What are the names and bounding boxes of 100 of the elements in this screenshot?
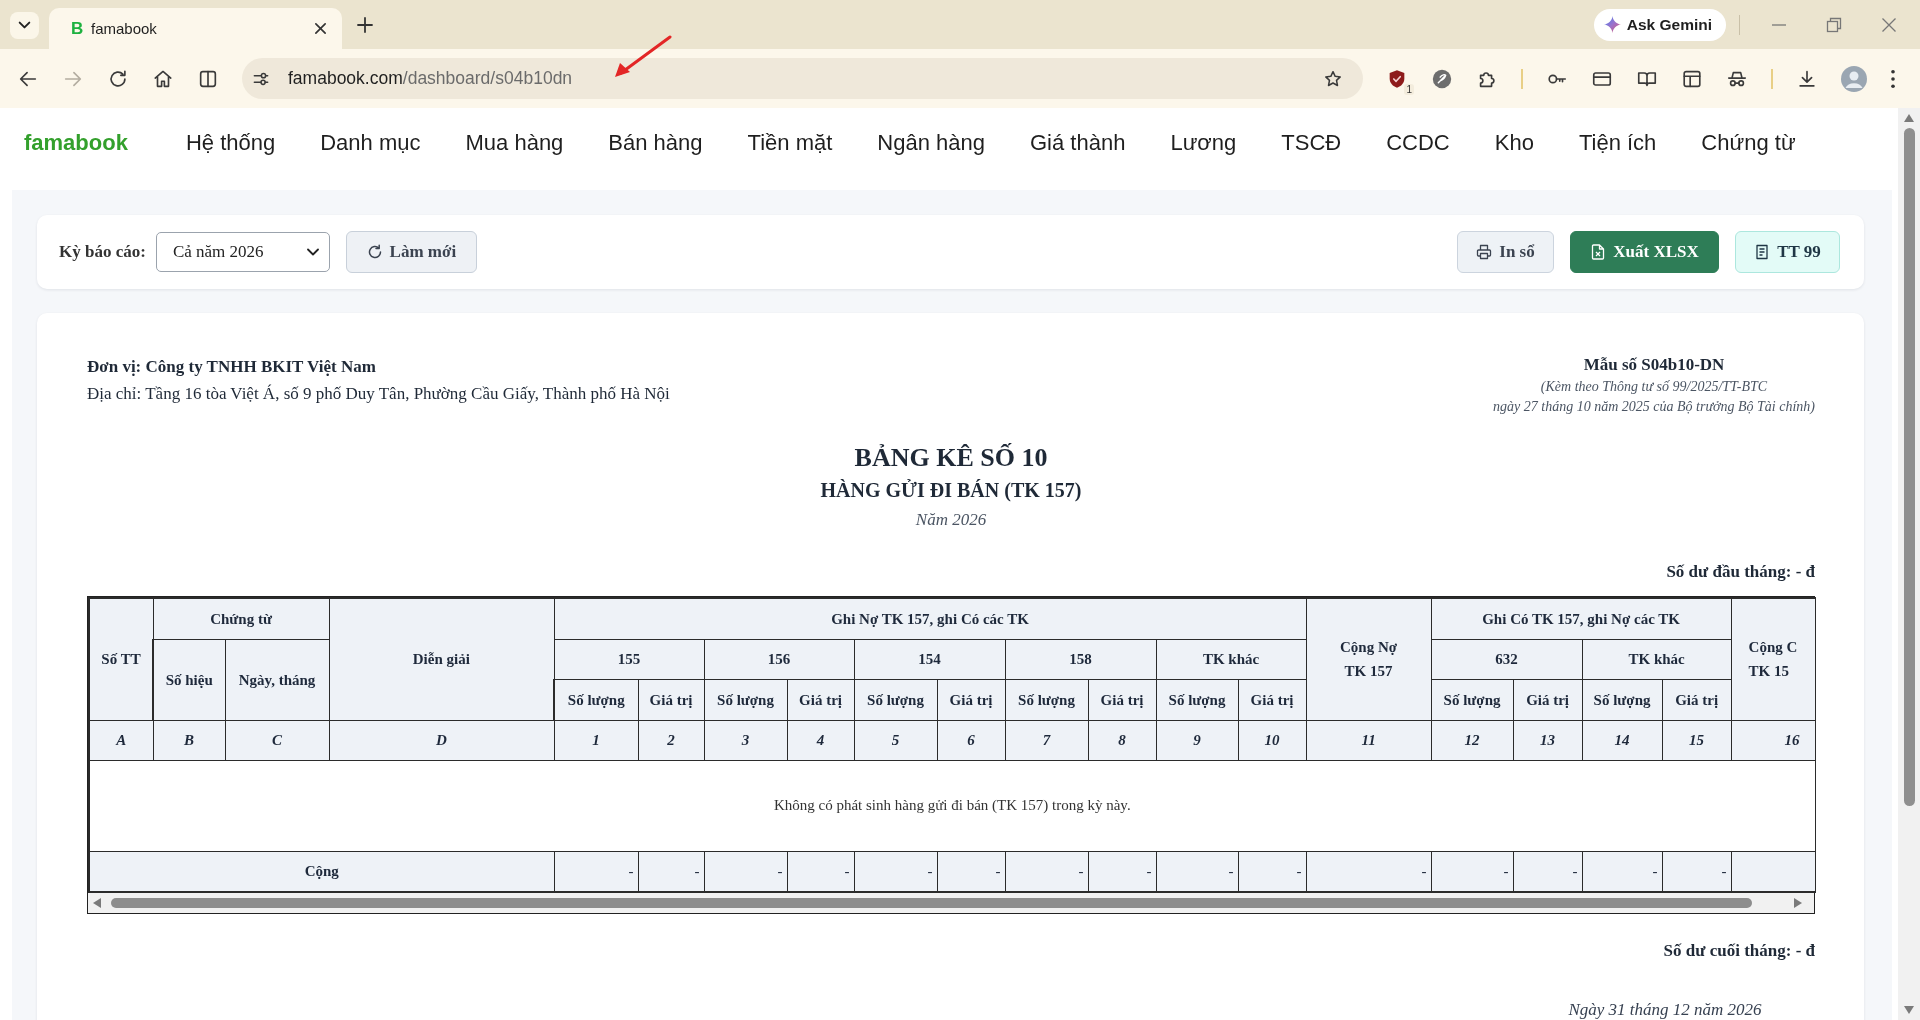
refresh-icon bbox=[366, 244, 383, 260]
nav-menu-item[interactable]: Ngân hàng bbox=[877, 130, 985, 156]
circular-button[interactable]: TT 99 bbox=[1735, 231, 1840, 273]
export-xlsx-button[interactable]: Xuất XLSX bbox=[1570, 231, 1719, 273]
column-header: TK khác bbox=[1156, 639, 1307, 679]
spreadsheet-file-icon bbox=[1590, 244, 1607, 260]
total-value-cell: - bbox=[638, 851, 704, 892]
column-index-cell: 15 bbox=[1662, 720, 1732, 760]
total-value-cell: - bbox=[1582, 851, 1663, 892]
company-address: Địa chỉ: Tầng 16 tòa Việt Á, số 9 phố Duy Tân, Phường Cầu Giấy, Thành phố Hà Nội bbox=[87, 383, 670, 405]
company-name: Đơn vị: Công ty TNHH BKIT Việt Nam bbox=[87, 356, 376, 378]
column-header: Giá trị bbox=[937, 679, 1005, 720]
scroll-down-icon[interactable] bbox=[1904, 1006, 1914, 1014]
scroll-up-icon[interactable] bbox=[1904, 114, 1914, 122]
nav-menu-item[interactable]: Tiện ích bbox=[1578, 130, 1657, 156]
column-header: TK khác bbox=[1582, 639, 1732, 679]
column-header: Giá trị bbox=[787, 679, 854, 720]
nav-menu-item[interactable]: CCDC bbox=[1386, 130, 1450, 156]
more-menu-icon[interactable] bbox=[1890, 68, 1896, 89]
scrollbar-thumb[interactable] bbox=[111, 898, 1752, 908]
total-value-cell: - bbox=[1513, 851, 1583, 892]
column-index-cell: C bbox=[225, 720, 329, 760]
extension-badge: 1 bbox=[1404, 83, 1414, 95]
nav-menu-item[interactable]: Chứng từ bbox=[1701, 130, 1796, 156]
column-index-cell: 1 bbox=[554, 720, 638, 760]
nav-menu-item[interactable]: Mua hàng bbox=[465, 130, 564, 156]
column-header: Số lượng bbox=[1431, 679, 1514, 720]
nav-menu-item[interactable]: Lương bbox=[1170, 130, 1237, 156]
total-value-cell: - bbox=[1431, 851, 1514, 892]
empty-state-message: Không có phát sinh hàng gửi đi bán (TK 157) trong kỳ này. bbox=[773, 797, 1131, 813]
column-header: Giá trị bbox=[1662, 679, 1732, 720]
column-index-cell: 12 bbox=[1431, 720, 1514, 760]
column-header: 156 bbox=[704, 639, 854, 679]
column-index-cell: 13 bbox=[1513, 720, 1583, 760]
total-value-cell: - bbox=[1238, 851, 1307, 892]
nav-menu-item[interactable]: Hệ thống bbox=[185, 130, 276, 156]
scroll-right-icon[interactable] bbox=[1794, 898, 1802, 908]
column-index-cell: 11 bbox=[1306, 720, 1432, 760]
ask-gemini-button[interactable]: Ask Gemini bbox=[1593, 8, 1726, 41]
total-value-cell: - bbox=[1306, 851, 1432, 892]
chevron-down-icon[interactable] bbox=[10, 12, 39, 39]
form-note: (Kèm theo Thông tư số 99/2025/TT-BTC ngày 27 tháng 10 năm 2025 của Bộ trưởng Bộ Tài chính) bbox=[1493, 378, 1815, 416]
column-index-cell: 2 bbox=[638, 720, 704, 760]
column-header: Chứng từ bbox=[153, 598, 329, 639]
column-header: 155 bbox=[554, 639, 704, 679]
feather-circle-icon[interactable] bbox=[1431, 67, 1453, 90]
address-bar[interactable]: famabook.com/dashboard/s04b10dn bbox=[242, 58, 1363, 99]
annotation-arrow-icon bbox=[613, 35, 673, 79]
column-index-cell: 3 bbox=[704, 720, 787, 760]
period-label: Kỳ báo cáo: bbox=[59, 242, 146, 262]
refresh-button[interactable]: Làm mới bbox=[345, 231, 477, 273]
restore-icon[interactable] bbox=[1826, 16, 1842, 33]
total-value-cell: - bbox=[787, 851, 854, 892]
column-header: Giá trị bbox=[1238, 679, 1307, 720]
close-icon[interactable] bbox=[314, 22, 327, 35]
report-period: Năm 2026 bbox=[915, 509, 987, 531]
print-button[interactable]: In sổ bbox=[1457, 231, 1554, 273]
column-header: Số lượng bbox=[854, 679, 937, 720]
column-index-cell: 4 bbox=[787, 720, 854, 760]
nav-menu-item[interactable]: Giá thành bbox=[1030, 130, 1126, 156]
document-icon bbox=[1754, 244, 1771, 260]
scrollbar-thumb[interactable] bbox=[1903, 128, 1915, 806]
column-header: Ghi Nợ TK 157, ghi Có các TK bbox=[554, 598, 1307, 639]
column-index-cell: A bbox=[89, 720, 153, 760]
column-header: 632 bbox=[1431, 639, 1583, 679]
total-value-cell: - bbox=[704, 851, 787, 892]
column-header: Giá trị bbox=[1513, 679, 1583, 720]
column-header: Diễn giải bbox=[329, 598, 554, 720]
column-index-cell: D bbox=[329, 720, 554, 760]
site-favicon: B bbox=[71, 18, 85, 39]
chevron-down-icon bbox=[306, 248, 319, 256]
star-icon[interactable] bbox=[1323, 68, 1343, 89]
total-value-cell: - bbox=[1662, 851, 1732, 892]
column-index-cell: B bbox=[153, 720, 225, 760]
column-header: Giá trị bbox=[1088, 679, 1156, 720]
total-value-cell: - bbox=[554, 851, 638, 892]
column-index-cell: 5 bbox=[854, 720, 937, 760]
reload-icon[interactable] bbox=[107, 67, 129, 90]
signature-date: Ngày 31 tháng 12 năm 2026 bbox=[1568, 1000, 1762, 1019]
nav-menu-item[interactable]: Tiền mặt bbox=[747, 130, 833, 156]
vertical-scrollbar[interactable] bbox=[1898, 108, 1920, 1020]
plus-icon[interactable] bbox=[356, 15, 374, 34]
column-index-cell: 8 bbox=[1088, 720, 1156, 760]
nav-menu-item[interactable]: TSCĐ bbox=[1281, 130, 1342, 156]
nav-menu-item[interactable]: Danh mục bbox=[320, 130, 421, 156]
column-header: Cộng C TK 15 bbox=[1731, 598, 1816, 720]
column-index-cell: 9 bbox=[1156, 720, 1238, 760]
column-index-cell: 10 bbox=[1238, 720, 1307, 760]
opening-balance: Số dư đầu tháng: - đ bbox=[1666, 561, 1815, 583]
nav-menu-item[interactable]: Bán hàng bbox=[608, 130, 703, 156]
scroll-left-icon[interactable] bbox=[93, 898, 101, 908]
browser-tab[interactable]: B famabook bbox=[49, 8, 342, 49]
column-header: Số lượng bbox=[1156, 679, 1238, 720]
total-value-cell: - bbox=[937, 851, 1005, 892]
column-header: Ghi Có TK 157, ghi Nợ các TK bbox=[1431, 598, 1732, 639]
column-index-cell: 14 bbox=[1582, 720, 1663, 760]
horizontal-scrollbar[interactable] bbox=[88, 893, 1814, 913]
period-select[interactable]: Cả năm 2026 bbox=[155, 232, 330, 272]
form-number: Mẫu số S04b10-DN bbox=[1583, 354, 1725, 376]
nav-menu-item[interactable]: Kho bbox=[1494, 130, 1534, 156]
